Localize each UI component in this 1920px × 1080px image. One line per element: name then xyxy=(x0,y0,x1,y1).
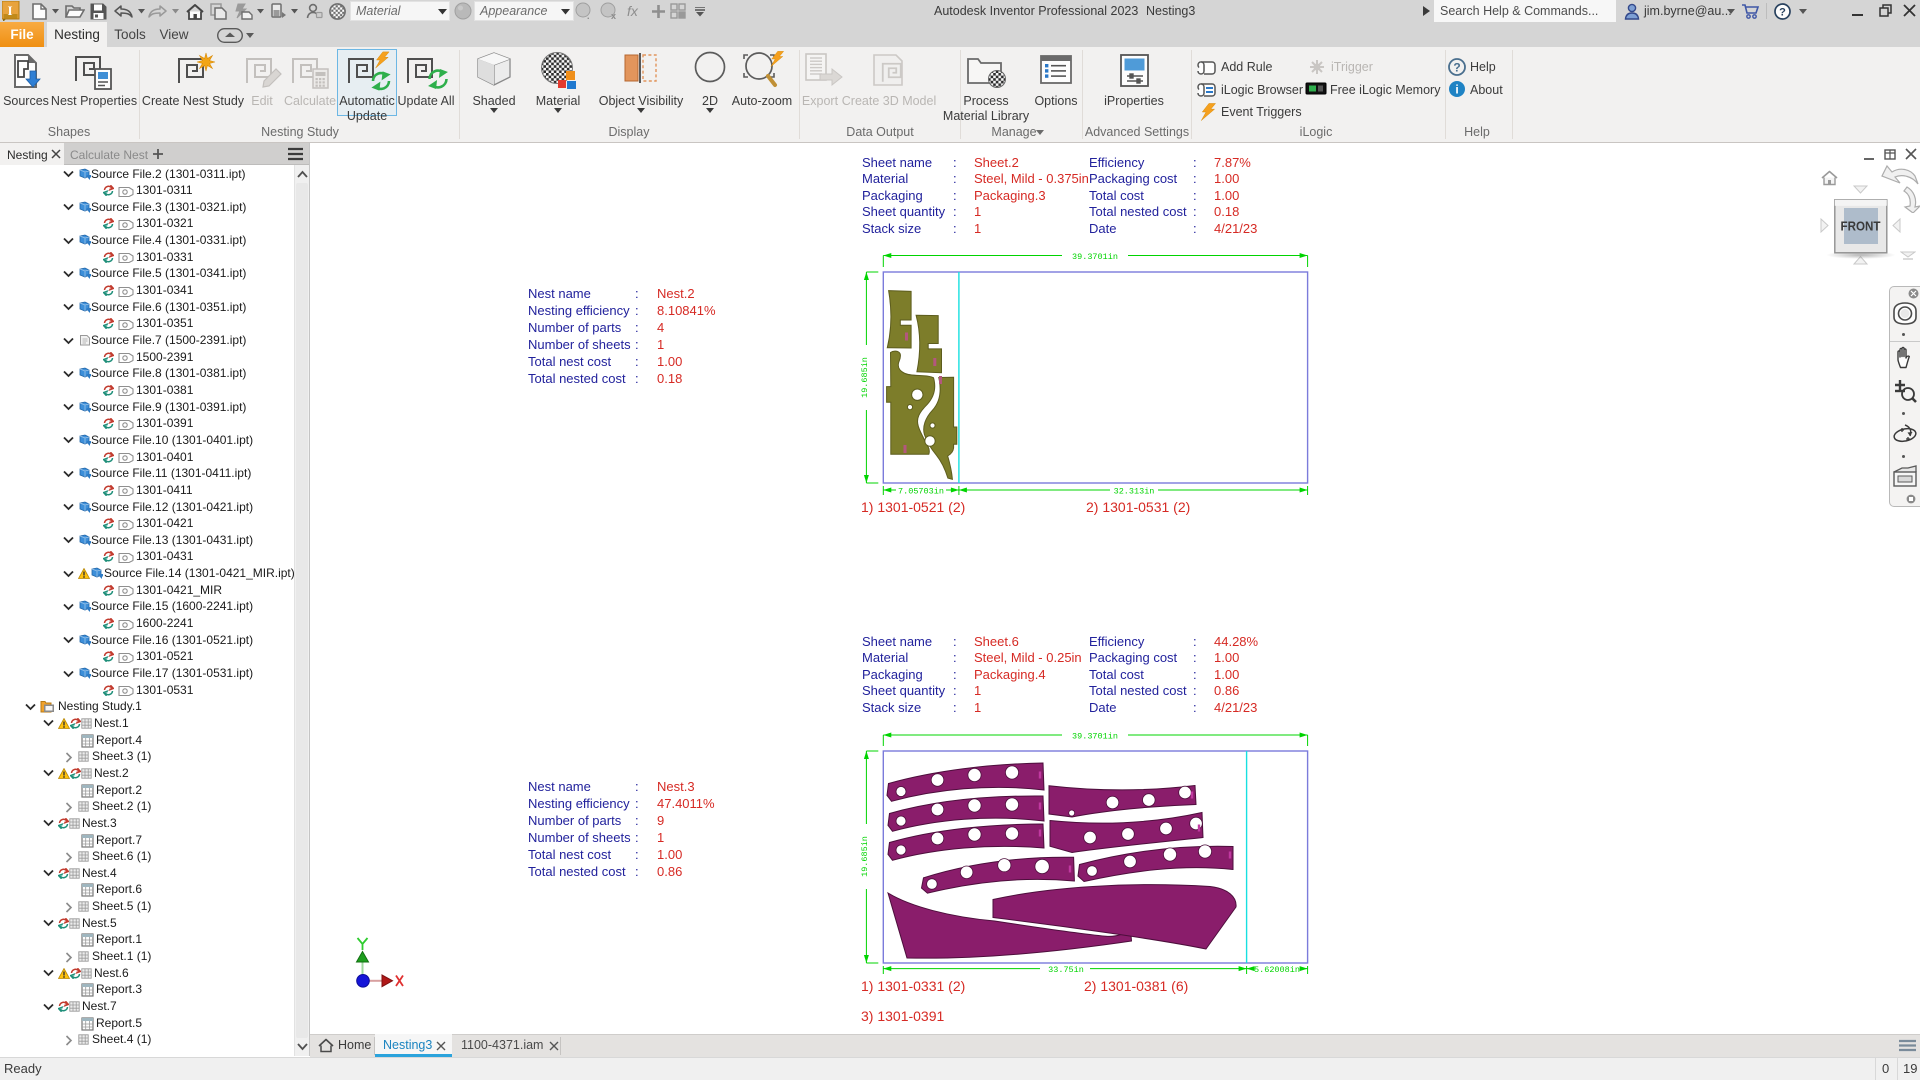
svg-text:I: I xyxy=(7,3,12,18)
svg-text:i: i xyxy=(1455,83,1458,97)
svg-text:.: . xyxy=(587,11,590,20)
svg-text:5.62008in: 5.62008in xyxy=(1254,965,1300,975)
svg-text:33.75in: 33.75in xyxy=(1048,965,1084,975)
svg-text:FRONT: FRONT xyxy=(1841,220,1881,234)
svg-text:39.3701in: 39.3701in xyxy=(1072,252,1118,262)
svg-text:?: ? xyxy=(1453,61,1460,75)
svg-text:?: ? xyxy=(1779,7,1786,19)
svg-text:7.05703in: 7.05703in xyxy=(898,487,944,497)
svg-text:19.685in: 19.685in xyxy=(860,357,870,398)
svg-text:19.685in: 19.685in xyxy=(860,836,870,877)
svg-text:39.3701in: 39.3701in xyxy=(1072,732,1118,742)
svg-text:x: x xyxy=(611,11,616,20)
svg-text:32.313in: 32.313in xyxy=(1114,487,1155,497)
